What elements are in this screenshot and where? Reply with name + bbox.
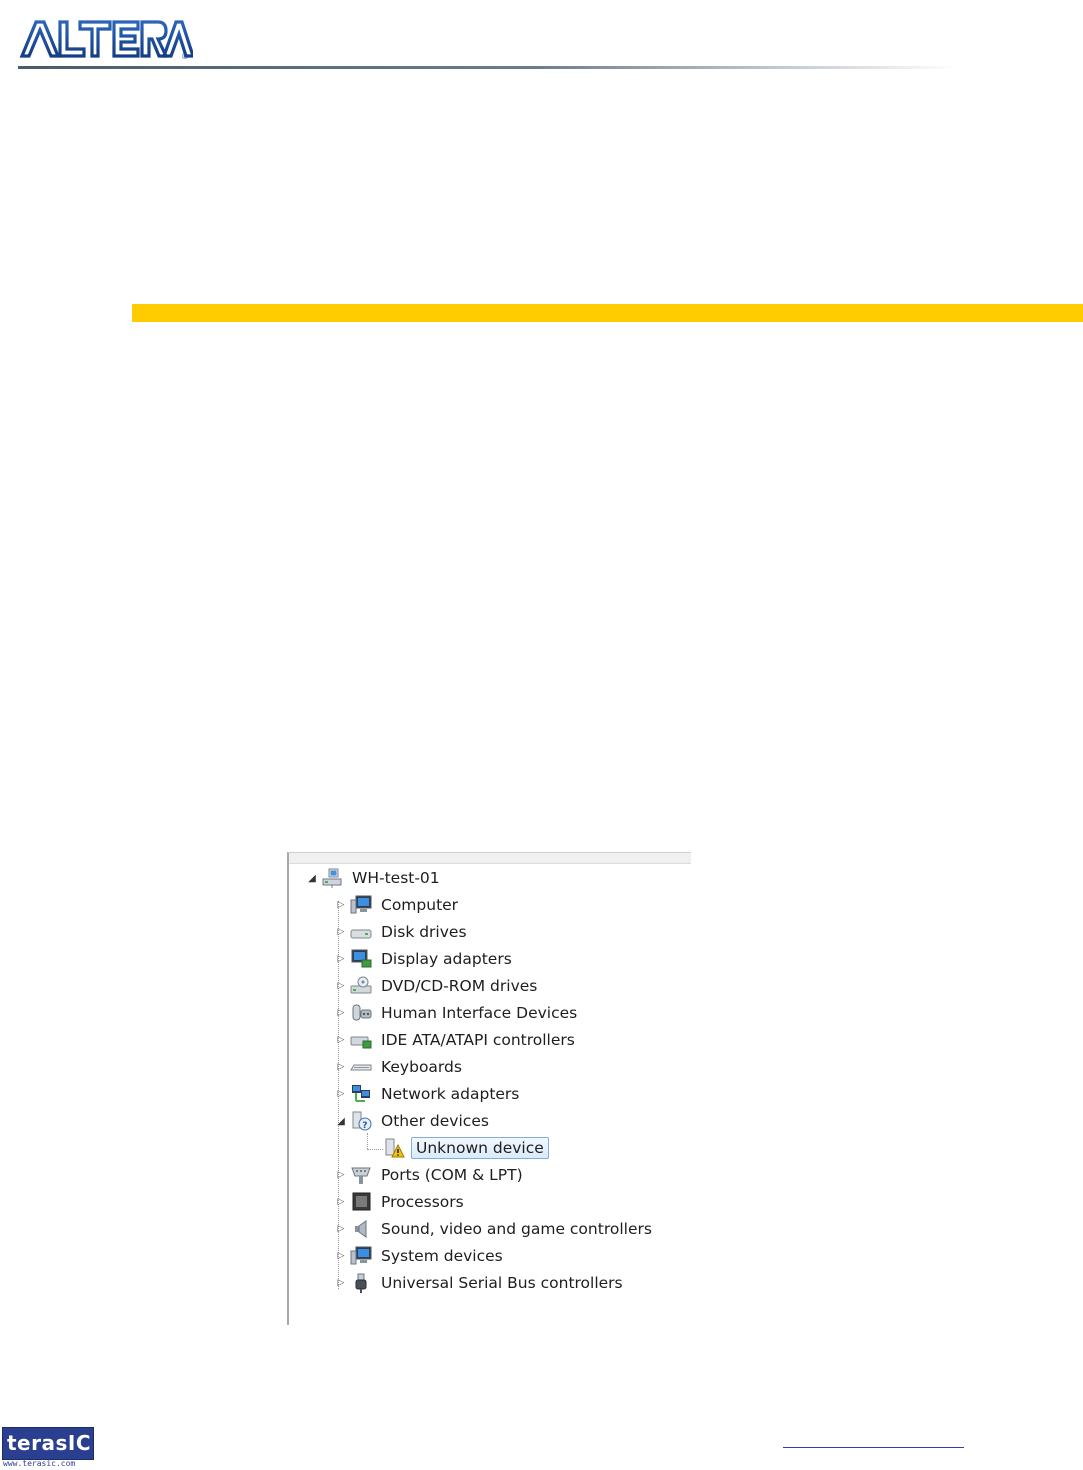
altera-logo: ® <box>18 18 196 61</box>
tree-connector <box>367 1133 368 1149</box>
terasic-logo-box: terasIC <box>2 1427 94 1460</box>
expand-arrow-icon[interactable]: ▷ <box>334 981 348 991</box>
tree-node-label: Unknown device <box>411 1137 549 1159</box>
expand-arrow-icon[interactable]: ▷ <box>334 1008 348 1018</box>
processor-icon <box>350 1192 372 1212</box>
tree-node-label: Network adapters <box>381 1085 520 1103</box>
disk-drive-icon <box>350 922 372 942</box>
terasic-logo: terasIC www.terasic.com <box>2 1427 94 1470</box>
tree-node-label: System devices <box>381 1247 503 1265</box>
unknown-device-warning-icon <box>383 1138 405 1158</box>
header-divider <box>18 66 958 69</box>
other-devices-icon: ? <box>350 1111 372 1131</box>
port-icon <box>350 1165 372 1185</box>
tree-node-label: IDE ATA/ATAPI controllers <box>381 1031 575 1049</box>
expand-arrow-icon[interactable]: ▷ <box>334 954 348 964</box>
display-adapter-icon <box>350 949 372 969</box>
expand-arrow-icon[interactable]: ▷ <box>334 1035 348 1045</box>
tree-node-network-adapters[interactable]: ▷ Network adapters <box>334 1082 522 1106</box>
collapse-arrow-icon[interactable]: ◢ <box>305 873 319 884</box>
terasic-logo-text: terasIC <box>7 1431 92 1455</box>
keyboard-icon <box>350 1057 372 1077</box>
tree-node-processors[interactable]: ▷ Processors <box>334 1190 467 1214</box>
dvd-drive-icon <box>350 976 372 996</box>
expand-arrow-icon[interactable]: ▷ <box>334 900 348 910</box>
tree-node-label: Ports (COM & LPT) <box>381 1166 523 1184</box>
svg-text:®: ® <box>181 52 189 60</box>
expand-arrow-icon[interactable]: ▷ <box>334 1062 348 1072</box>
tree-node-disk-drives[interactable]: ▷ Disk drives <box>334 920 470 944</box>
collapse-arrow-icon[interactable]: ◢ <box>334 1116 348 1127</box>
tree-node-sound-video-game-controllers[interactable]: ▷ Sound, video and game controllers <box>334 1217 655 1241</box>
tree-node-label: Keyboards <box>381 1058 462 1076</box>
expand-arrow-icon[interactable]: ▷ <box>334 1089 348 1099</box>
usb-icon <box>350 1273 372 1293</box>
tree-node-usb-controllers[interactable]: ▷ Universal Serial Bus controllers <box>334 1271 626 1295</box>
tree-node-label: Display adapters <box>381 950 512 968</box>
expand-arrow-icon[interactable]: ▷ <box>334 1278 348 1288</box>
network-adapter-icon <box>350 1084 372 1104</box>
footer-link-underline <box>783 1447 964 1448</box>
terasic-url: www.terasic.com <box>3 1459 76 1468</box>
tree-node-keyboards[interactable]: ▷ Keyboards <box>334 1055 465 1079</box>
tree-node-label: Sound, video and game controllers <box>381 1220 652 1238</box>
tree-node-computer[interactable]: ▷ Computer <box>334 893 461 917</box>
expand-arrow-icon[interactable]: ▷ <box>334 1224 348 1234</box>
tree-top-strip <box>289 853 691 864</box>
hid-icon <box>350 1003 372 1023</box>
expand-arrow-icon[interactable]: ▷ <box>334 1197 348 1207</box>
computer-icon <box>350 895 372 915</box>
expand-arrow-icon[interactable]: ▷ <box>334 1251 348 1261</box>
section-highlight-bar <box>132 304 1083 322</box>
tree-node-label: Computer <box>381 896 459 914</box>
system-devices-icon <box>350 1246 372 1266</box>
tree-node-label: WH-test-01 <box>352 869 440 887</box>
tree-node-label: DVD/CD-ROM drives <box>381 977 538 995</box>
tree-node-ide-ata-atapi-controllers[interactable]: ▷ IDE ATA/ATAPI controllers <box>334 1028 578 1052</box>
expand-arrow-icon[interactable]: ▷ <box>334 927 348 937</box>
computer-network-icon <box>321 868 343 888</box>
tree-node-label: Processors <box>381 1193 464 1211</box>
tree-node-ports[interactable]: ▷ Ports (COM & LPT) <box>334 1163 526 1187</box>
tree-node-label: Human Interface Devices <box>381 1004 578 1022</box>
tree-node-human-interface-devices[interactable]: ▷ Human Interface Devices <box>334 1001 580 1025</box>
expand-arrow-icon[interactable]: ▷ <box>334 1170 348 1180</box>
device-manager-tree: ◢ WH-test-01 ▷ Computer ▷ Disk drives ▷ … <box>287 852 691 1325</box>
tree-node-label: Disk drives <box>381 923 467 941</box>
ide-controller-icon <box>350 1030 372 1050</box>
tree-node-dvd-cd-rom-drives[interactable]: ▷ DVD/CD-ROM drives <box>334 974 540 998</box>
tree-node-label: Other devices <box>381 1112 489 1130</box>
svg-text:?: ? <box>362 1121 367 1131</box>
tree-node-label: Universal Serial Bus controllers <box>381 1274 623 1292</box>
speaker-icon <box>350 1219 372 1239</box>
tree-node-other-devices[interactable]: ◢ ? Other devices <box>334 1109 492 1133</box>
tree-node-system-devices[interactable]: ▷ System devices <box>334 1244 506 1268</box>
tree-node-root[interactable]: ◢ WH-test-01 <box>305 866 443 890</box>
altera-logo-mark: ® <box>19 20 196 61</box>
tree-node-unknown-device[interactable]: Unknown device <box>381 1136 549 1160</box>
tree-node-display-adapters[interactable]: ▷ Display adapters <box>334 947 515 971</box>
